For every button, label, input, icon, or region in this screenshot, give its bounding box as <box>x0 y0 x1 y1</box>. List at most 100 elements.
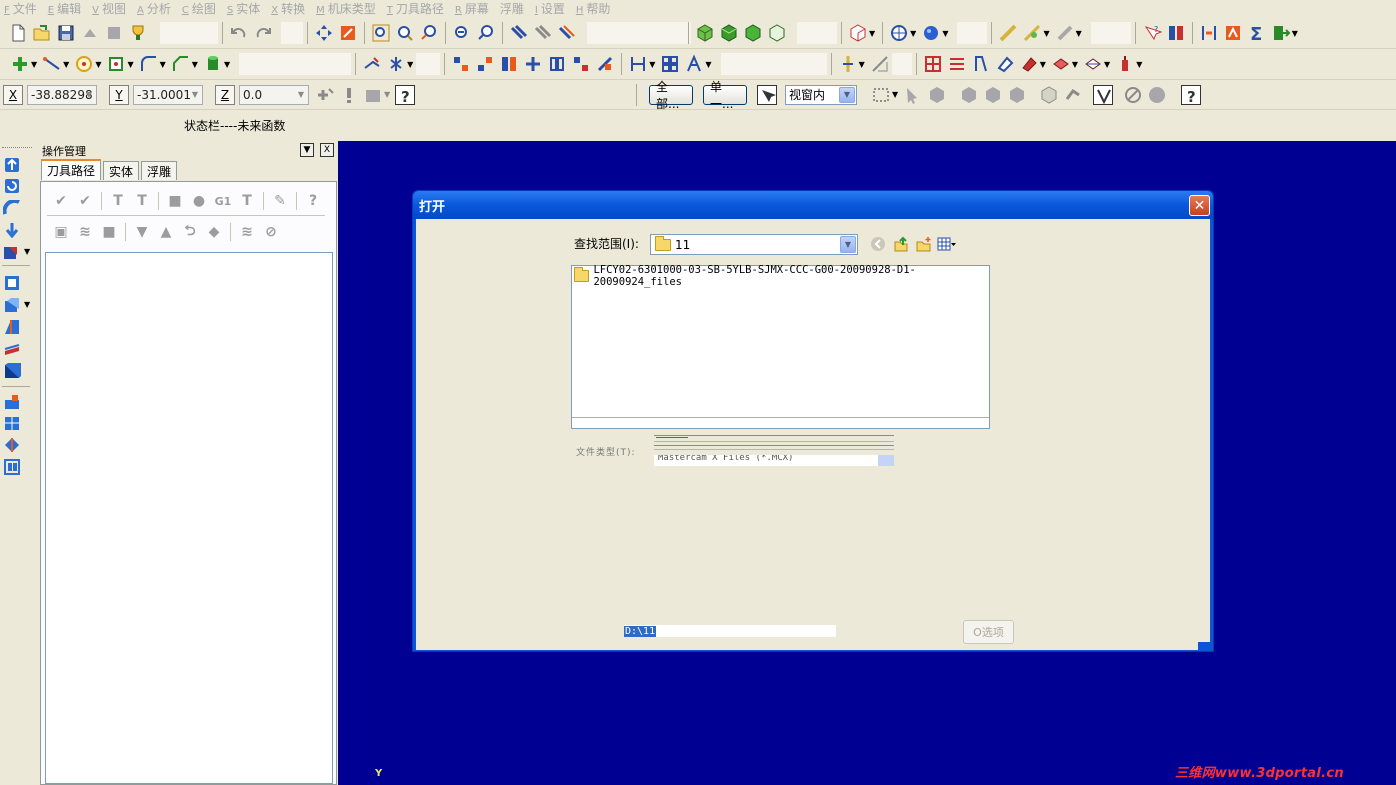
compare-icon[interactable] <box>1166 23 1186 43</box>
trim-solid-icon[interactable] <box>3 341 21 357</box>
pointer-icon[interactable] <box>903 85 923 105</box>
back-icon[interactable] <box>868 235 888 253</box>
select-all-ops-icon[interactable]: ✔ <box>52 192 70 210</box>
draft-angle-icon[interactable] <box>3 319 21 335</box>
plane-icon[interactable] <box>509 23 529 43</box>
backface-icon[interactable] <box>1039 85 1059 105</box>
verify-select-icon[interactable] <box>1093 84 1114 105</box>
tab-toolpaths[interactable]: 刀具路径 <box>41 159 102 180</box>
text-icon[interactable] <box>684 54 704 74</box>
sum-icon[interactable]: Σ <box>1247 23 1267 43</box>
xform-array-icon[interactable] <box>571 54 591 74</box>
chevron-down-icon[interactable]: ▼ <box>839 86 855 103</box>
tab-solids[interactable]: 实体 <box>103 161 140 180</box>
cylinder-icon[interactable] <box>203 54 223 74</box>
menu-item[interactable]: 浮雕 <box>500 0 524 17</box>
new-file-icon[interactable] <box>8 23 28 43</box>
exclaim-icon[interactable] <box>339 85 359 105</box>
redo-icon[interactable] <box>253 23 273 43</box>
move-down-icon[interactable]: ▼ <box>133 223 151 241</box>
save-icon[interactable] <box>56 23 76 43</box>
tplane-icon[interactable] <box>557 23 577 43</box>
zoom-out-icon[interactable] <box>476 23 496 43</box>
solid-shape-icon[interactable] <box>3 244 21 260</box>
menu-item[interactable]: T 刀具路径 <box>387 0 444 17</box>
zoom-fit-icon[interactable] <box>371 23 391 43</box>
up-folder-icon[interactable] <box>891 235 911 253</box>
front-view-icon[interactable] <box>743 23 763 43</box>
delete-ops-icon[interactable]: ✎ <box>271 192 289 210</box>
select-single-button[interactable]: 单一... <box>703 80 747 111</box>
chevron-down-icon[interactable]: ▼ <box>82 86 96 104</box>
window-mode-select[interactable]: 视窗内 ▼ <box>785 84 857 105</box>
chamfer-icon[interactable] <box>171 54 191 74</box>
zoom-window-icon[interactable] <box>395 23 415 43</box>
menu-item[interactable]: F 文件 <box>4 0 37 17</box>
ops-help-icon[interactable]: ? <box>304 192 322 210</box>
insert-arrow-icon[interactable]: ⮌ <box>181 223 199 241</box>
list-icon[interactable] <box>947 54 967 74</box>
menu-item[interactable]: H 帮助 <box>576 0 611 17</box>
wireframe-icon[interactable] <box>870 54 890 74</box>
menu-item[interactable]: V 视图 <box>92 0 126 17</box>
open-file-icon[interactable] <box>32 23 52 43</box>
mastercam-icon[interactable] <box>1223 23 1243 43</box>
x-coord-label[interactable]: X <box>3 84 23 105</box>
loop-icon[interactable] <box>1063 85 1083 105</box>
lookin-select[interactable]: 11 ▼ <box>650 234 858 255</box>
selection-mode-icon[interactable] <box>757 84 777 105</box>
backplot-icon[interactable]: ■ <box>166 192 184 210</box>
only-display-icon[interactable]: ≋ <box>238 223 256 241</box>
toggle-display-icon[interactable]: ≋ <box>76 223 94 241</box>
pin-button[interactable]: ▼ <box>300 143 314 157</box>
verify-icon[interactable]: ● <box>190 192 208 210</box>
menu-item[interactable]: X 转换 <box>271 0 305 17</box>
view-menu-icon[interactable] <box>937 235 957 253</box>
repaint-icon[interactable] <box>338 23 358 43</box>
link-icon[interactable]: ⊘ <box>262 223 280 241</box>
zoom-target-icon[interactable] <box>419 23 439 43</box>
y-coord-input[interactable]: -31.0001 ▼ <box>133 84 203 105</box>
xform-mirror-icon[interactable] <box>499 54 519 74</box>
arc-icon[interactable] <box>74 54 94 74</box>
chevron-down-icon[interactable] <box>878 455 894 466</box>
xform-rotate-icon[interactable] <box>475 54 495 74</box>
merge-icon[interactable] <box>80 23 100 43</box>
help-icon[interactable]: ? <box>395 84 416 106</box>
filetype-select[interactable]: Mastercam X Files (*.MCX) <box>654 455 894 466</box>
help-icon[interactable]: ? <box>1181 84 1202 106</box>
face-select-icon[interactable] <box>959 85 979 105</box>
draft-icon[interactable] <box>971 54 991 74</box>
file-list[interactable]: LFCY02-6301000-03-SB-5YLB-SJMX-CCC-G00-2… <box>571 264 990 429</box>
menu-item[interactable]: R 屏幕 <box>455 0 489 17</box>
dimension-icon[interactable] <box>628 54 648 74</box>
menu-item[interactable]: I 设置 <box>535 0 565 17</box>
arrow-down-icon[interactable] <box>3 222 21 238</box>
shell-icon[interactable] <box>3 297 21 313</box>
top-view-icon[interactable] <box>719 23 739 43</box>
trim-icon[interactable] <box>362 54 382 74</box>
iso-view-icon[interactable] <box>695 23 715 43</box>
fillet-icon[interactable] <box>139 54 159 74</box>
xform-offset-icon[interactable] <box>547 54 567 74</box>
analyze-icon[interactable] <box>1022 23 1042 43</box>
body-select-icon[interactable] <box>983 85 1003 105</box>
eraser-icon[interactable] <box>995 54 1015 74</box>
boolean-remove-icon[interactable] <box>3 415 21 431</box>
shading-icon[interactable] <box>921 23 941 43</box>
z-coord-input[interactable]: 0.0 ▼ <box>239 84 309 105</box>
scroll-icon[interactable]: ◆ <box>205 223 223 241</box>
trophy-icon[interactable] <box>128 23 148 43</box>
chevron-down-icon[interactable]: ▼ <box>294 86 308 104</box>
resize-grip[interactable] <box>1198 642 1212 650</box>
tab-relief[interactable]: 浮雕 <box>141 161 178 180</box>
light-icon[interactable] <box>838 54 858 74</box>
boolean-add-icon[interactable] <box>3 394 21 410</box>
list-item[interactable]: LFCY02-6301000-03-SB-5YLB-SJMX-CCC-G00-2… <box>574 264 989 288</box>
exit-icon[interactable] <box>1271 23 1291 43</box>
grid-icon[interactable] <box>660 54 680 74</box>
fast-point-icon[interactable] <box>315 85 335 105</box>
gview-icon[interactable] <box>848 23 868 43</box>
surface-icon[interactable] <box>1051 54 1071 74</box>
print-icon[interactable] <box>104 23 124 43</box>
